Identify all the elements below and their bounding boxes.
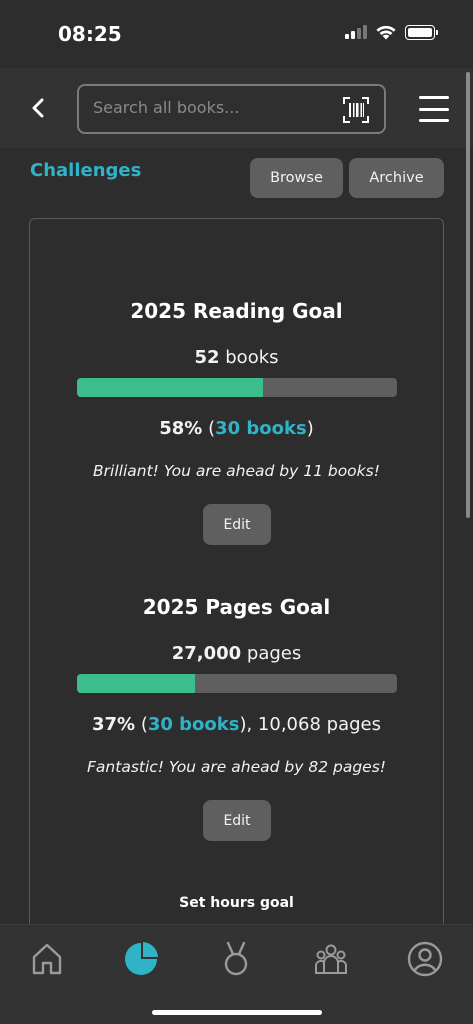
tab-home[interactable] — [23, 935, 71, 983]
tab-community[interactable] — [307, 935, 355, 983]
pages-goal-target: 27,000 pages — [30, 643, 443, 664]
reading-goal-close-paren: ) — [306, 418, 314, 439]
reading-goal-progress-fill — [77, 378, 263, 397]
reading-goal-percent: 58% — [159, 418, 203, 439]
challenges-title: Challenges — [30, 160, 142, 181]
chevron-left-icon — [32, 98, 44, 118]
reading-goal-target: 52 books — [30, 347, 443, 368]
set-hours-goal-link[interactable]: Set hours goal — [30, 895, 443, 911]
browse-button[interactable]: Browse — [250, 158, 343, 198]
stats-pie-icon — [125, 942, 158, 975]
pages-goal-books-link[interactable]: 30 books — [148, 714, 240, 735]
pages-goal-progress-text: 37% (30 books), 10,068 pages — [30, 714, 443, 735]
reading-goal-progress-bar — [77, 378, 397, 397]
wifi-icon — [376, 25, 396, 40]
community-icon — [315, 944, 347, 974]
home-icon — [32, 943, 62, 975]
barcode-scan-icon — [343, 97, 369, 123]
profile-icon — [407, 941, 443, 977]
pages-goal-progress-bar — [77, 674, 397, 693]
barcode-scan-button[interactable] — [342, 96, 370, 124]
reading-goal-target-unit: books — [219, 347, 279, 368]
search-box[interactable] — [77, 84, 386, 134]
screen: 08:25 Search all books... Challenges Bro… — [0, 0, 473, 1024]
pages-goal-target-number: 27,000 — [171, 643, 242, 664]
home-indicator — [152, 1010, 322, 1015]
scrollbar[interactable] — [466, 72, 470, 518]
tab-challenges[interactable] — [212, 935, 260, 983]
archive-button[interactable]: Archive — [349, 158, 444, 198]
reading-goal-edit-button[interactable]: Edit — [203, 504, 271, 545]
menu-button[interactable] — [419, 96, 449, 122]
pages-goal-title: 2025 Pages Goal — [142, 595, 331, 619]
pages-goal-target-unit: pages — [241, 643, 302, 664]
battery-icon — [405, 24, 438, 40]
tab-stats[interactable] — [117, 935, 165, 983]
search-input[interactable] — [93, 98, 333, 117]
top-bar — [0, 68, 473, 148]
tab-bar — [0, 924, 473, 1024]
pages-goal-message: Fantastic! You are ahead by 82 pages! — [87, 758, 386, 776]
reading-goal-books-link[interactable]: 30 books — [215, 418, 307, 439]
status-time: 08:25 — [58, 22, 122, 46]
pages-goal-edit-button[interactable]: Edit — [203, 800, 271, 841]
pages-goal-progress-fill — [77, 674, 196, 693]
status-icons — [345, 24, 438, 40]
hamburger-menu-icon — [419, 96, 449, 99]
goals-card: 2025 Reading Goal 52 books 58% (30 books… — [29, 218, 444, 978]
tab-profile[interactable] — [401, 935, 449, 983]
cellular-signal-icon — [345, 25, 367, 39]
medal-icon — [224, 941, 248, 976]
reading-goal-open-paren: ( — [202, 418, 216, 439]
pages-goal-percent: 37% — [92, 714, 136, 735]
reading-goal-message: Brilliant! You are ahead by 11 books! — [93, 462, 380, 480]
back-button[interactable] — [24, 94, 52, 122]
reading-goal-target-number: 52 — [194, 347, 220, 368]
status-bar: 08:25 — [0, 0, 473, 68]
reading-goal-progress-text: 58% (30 books) — [30, 418, 443, 439]
pages-goal-suffix: ), 10,068 pages — [239, 714, 381, 735]
pages-goal-open-paren: ( — [135, 714, 148, 735]
reading-goal-title: 2025 Reading Goal — [130, 299, 343, 323]
